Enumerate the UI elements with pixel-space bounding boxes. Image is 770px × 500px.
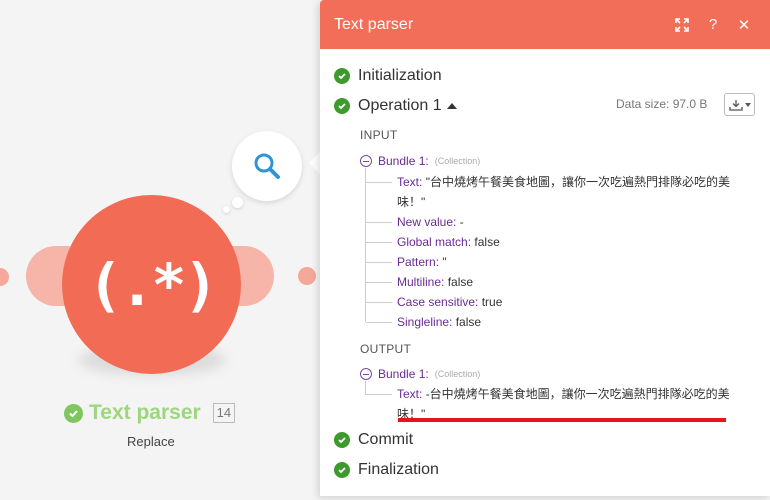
step-label: Finalization [358, 461, 439, 478]
input-field-new-value: New value: - [397, 212, 464, 232]
input-bundle[interactable]: Bundle 1: (Collection) [360, 154, 480, 168]
bubble-tail-small [223, 206, 230, 213]
field-value: - [459, 215, 464, 229]
regex-icon: (.*) [87, 250, 219, 319]
field-value: " [442, 255, 447, 269]
scenario-canvas: (.*) Text parser 14 Replace [0, 0, 320, 500]
text-parser-module[interactable]: (.*) [62, 195, 241, 374]
field-key: Pattern: [397, 255, 440, 269]
step-label: Operation 1 [358, 97, 442, 114]
success-check-icon [334, 432, 350, 448]
collapse-minus-icon[interactable] [360, 155, 372, 167]
input-field-global-match: Global match: false [397, 232, 500, 252]
step-initialization[interactable]: Initialization [334, 67, 442, 85]
tree-branch [366, 222, 392, 223]
close-icon[interactable]: ✕ [732, 13, 756, 37]
input-field-text: Text: "台中燒烤午餐美食地圖，讓你一次吃遍熱門排隊必吃的美味！" [397, 172, 737, 212]
execution-inspector-panel: Text parser ? ✕ Initialization Operation… [320, 0, 770, 496]
download-button[interactable] [724, 93, 755, 116]
data-size: Data size: 97.0 B [616, 97, 708, 111]
field-key: New value: [397, 215, 457, 229]
module-label: Text parser 14 [64, 401, 236, 425]
field-value: "台中燒烤午餐美食地圖，讓你一次吃遍熱門排隊必吃的美味！" [397, 175, 730, 209]
chevron-down-icon [744, 102, 751, 107]
panel-title: Text parser [334, 15, 414, 33]
input-field-case-sensitive: Case sensitive: true [397, 292, 502, 312]
module-id-badge: 14 [212, 403, 236, 423]
field-key: Multiline: [397, 275, 445, 289]
success-check-icon [334, 68, 350, 84]
field-value: -台中燒烤午餐美食地圖，讓你一次吃遍熱門排隊必吃的美味！" [397, 387, 730, 421]
step-finalization[interactable]: Finalization [334, 461, 439, 479]
field-value: false [447, 275, 474, 289]
step-operation[interactable]: Operation 1 [334, 97, 457, 115]
bundle-type: (Collection) [434, 156, 481, 166]
panel-header: Text parser ? ✕ [320, 0, 770, 49]
success-check-icon [334, 462, 350, 478]
input-field-multiline: Multiline: false [397, 272, 473, 292]
left-connector-dot [0, 268, 9, 286]
bundle-type: (Collection) [434, 369, 481, 379]
input-field-singleline: Singleline: false [397, 312, 481, 332]
success-check-icon [334, 98, 350, 114]
step-commit[interactable]: Commit [334, 431, 413, 449]
field-key: Text: [397, 387, 423, 401]
field-key: Singleline: [397, 315, 453, 329]
bundle-name: Bundle 1: [378, 367, 429, 381]
bubble-tail [232, 197, 243, 208]
field-value: true [481, 295, 503, 309]
field-value: false [474, 235, 500, 249]
bundle-name: Bundle 1: [378, 154, 429, 168]
input-section-label: INPUT [360, 128, 398, 142]
inspect-bubble[interactable] [232, 131, 302, 201]
tree-branch [366, 322, 392, 323]
help-icon[interactable]: ? [701, 13, 725, 37]
step-label: Commit [358, 431, 414, 448]
field-key: Global match: [397, 235, 472, 249]
tree-branch [366, 282, 392, 283]
tree-branch [366, 262, 392, 263]
tree-line [365, 168, 366, 322]
input-field-pattern: Pattern: " [397, 252, 447, 272]
panel-pointer [309, 152, 320, 174]
expand-icon[interactable] [670, 13, 694, 37]
output-section-label: OUTPUT [360, 342, 412, 356]
tree-branch [366, 242, 392, 243]
tree-line [365, 381, 366, 395]
magnifier-icon [254, 153, 280, 179]
highlight-underline [398, 418, 726, 422]
output-bundle[interactable]: Bundle 1: (Collection) [360, 367, 480, 381]
collapse-caret-icon[interactable] [446, 103, 457, 109]
field-value: false [455, 315, 482, 329]
right-connector-dot[interactable] [298, 267, 316, 285]
module-success-icon [64, 403, 83, 423]
module-title[interactable]: Text parser [89, 401, 201, 425]
tree-branch [366, 182, 392, 183]
tree-branch [366, 394, 392, 395]
field-key: Case sensitive: [397, 295, 479, 309]
field-key: Text: [397, 175, 423, 189]
module-action: Replace [127, 434, 175, 449]
tree-branch [366, 302, 392, 303]
step-label: Initialization [358, 67, 442, 84]
download-icon [728, 99, 743, 111]
collapse-minus-icon[interactable] [360, 368, 372, 380]
